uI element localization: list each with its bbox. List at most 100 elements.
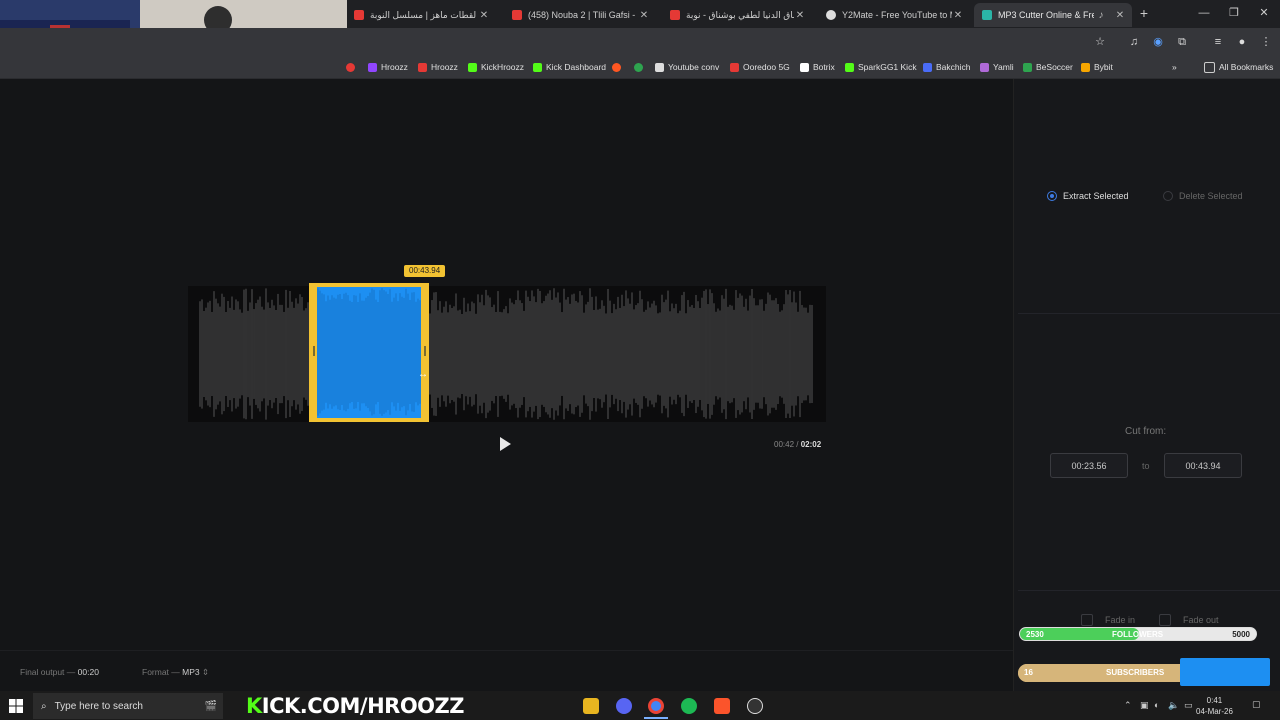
tab-3[interactable]: عشاق الدنيا لطفي بوشناق - نوبة ✕ <box>662 3 812 27</box>
pinterest-icon <box>346 62 355 72</box>
extension-music-icon[interactable]: ♫ <box>1126 34 1142 50</box>
delete-selected-option[interactable]: Delete Selected <box>1163 191 1243 201</box>
bookmark-item[interactable]: Bybit <box>1081 60 1113 74</box>
cut-from-label: Cut from: <box>1125 426 1167 437</box>
format-selector[interactable]: Format — MP3 ⇕ <box>142 667 209 678</box>
bookmark-label: Yamli <box>993 62 1014 72</box>
radio-unchecked-icon <box>1163 191 1173 201</box>
tray-app-icon[interactable]: ◐ <box>1154 700 1159 710</box>
menu-icon[interactable]: ⋮ <box>1258 34 1274 50</box>
waveform[interactable] <box>188 286 826 422</box>
bookmark-label: Kick Dashboard <box>546 62 607 72</box>
resize-cursor-icon: ↔ <box>418 369 428 380</box>
profile-icon[interactable]: ● <box>1234 34 1250 50</box>
restore-button[interactable]: ❐ <box>1219 4 1249 22</box>
cut-end-input[interactable]: 00:43.94 <box>1164 453 1242 478</box>
all-bookmarks-label: All Bookmarks <box>1219 62 1274 72</box>
star-icon[interactable]: ☆ <box>1092 34 1108 50</box>
windows-start-icon[interactable] <box>8 698 24 714</box>
tray-app-icon[interactable]: ▣ <box>1140 700 1149 711</box>
tab-5-label: MP3 Cutter Online & Free <box>998 10 1094 20</box>
checkbox-icon <box>1159 614 1171 626</box>
tab-4-label: Y2Mate - Free YouTube to MP3 <box>842 10 952 20</box>
play-button[interactable] <box>500 437 511 451</box>
bookmark-item[interactable]: SparkGG1 Kick <box>845 60 917 74</box>
close-icon[interactable]: ✕ <box>794 10 806 21</box>
bookmark-item[interactable]: Botrix <box>800 60 835 74</box>
close-icon[interactable]: ✕ <box>478 10 490 21</box>
subscribers-current: 16 <box>1024 668 1033 677</box>
extension-audio-icon[interactable]: ◉ <box>1150 34 1166 50</box>
bookmark-item[interactable]: KickHroozz <box>468 60 524 74</box>
fade-in-option[interactable]: Fade in <box>1081 614 1135 626</box>
bookmark-item[interactable]: Yamli <box>980 60 1014 74</box>
bookmark-item[interactable]: Hroozz <box>368 60 408 74</box>
minimize-button[interactable]: — <box>1189 4 1219 22</box>
bookmark-item[interactable]: Youtube conv <box>655 60 719 74</box>
close-icon[interactable]: ✕ <box>952 10 964 21</box>
tab-5-active[interactable]: MP3 Cutter Online & Free ♪ ✕ <box>974 3 1132 27</box>
speaker-icon[interactable]: ♪ <box>1094 10 1108 21</box>
cut-start-input[interactable]: 00:23.56 <box>1050 453 1128 478</box>
close-icon[interactable]: ✕ <box>638 10 650 21</box>
bybit-icon <box>1081 62 1090 72</box>
chrome-icon[interactable] <box>648 698 664 714</box>
bookmark-label: KickHroozz <box>481 62 524 72</box>
taskbar-clock[interactable]: 0:41 04-Mar-26 <box>1196 695 1233 717</box>
bookmark-label: Youtube conv <box>668 62 720 72</box>
extract-selected-option[interactable]: Extract Selected <box>1047 191 1129 201</box>
file-explorer-icon[interactable] <box>583 698 599 714</box>
kick-url-overlay: KICK.COM/HROOZZ <box>246 694 465 718</box>
tab-1-label: أجمل لقطات ماهز | مسلسل النوبة <box>370 9 478 20</box>
taskbar-search-input[interactable]: ⌕ Type here to search 🎬 <box>33 693 223 719</box>
final-output: Final output — 00:20 <box>20 667 99 677</box>
cut-to-label: to <box>1142 461 1150 471</box>
brave-icon[interactable] <box>714 698 730 714</box>
network-icon[interactable]: ▭ <box>1184 700 1193 711</box>
bookmark-item[interactable]: Ooredoo 5G <box>730 60 790 74</box>
search-highlight-icon: 🎬 <box>204 700 217 712</box>
bookmark-label: BeSoccer <box>1036 62 1073 72</box>
search-placeholder: Type here to search <box>54 700 143 712</box>
new-tab-button[interactable]: + <box>1136 5 1152 21</box>
volume-icon[interactable]: 🔈 <box>1168 700 1179 711</box>
bookmark-item[interactable]: Bakchich <box>923 60 971 74</box>
divider <box>1018 313 1280 314</box>
media-control-icon[interactable]: ≡ <box>1210 34 1226 50</box>
youtube-icon <box>670 10 680 20</box>
kick-icon <box>533 62 542 72</box>
all-bookmarks[interactable]: All Bookmarks <box>1204 60 1273 74</box>
tab-2[interactable]: (458) Nouba 2 | Tlili Gafsi - Bar ✕ <box>504 3 656 27</box>
right-trim-handle[interactable] <box>424 346 426 356</box>
left-trim-handle[interactable] <box>313 346 315 356</box>
active-app-indicator <box>644 717 668 719</box>
spotify-icon[interactable] <box>681 698 697 714</box>
selection-waveform <box>317 288 421 416</box>
close-icon[interactable]: ✕ <box>1114 10 1126 21</box>
tab-1[interactable]: أجمل لقطات ماهز | مسلسل النوبة ✕ <box>346 3 496 27</box>
selection-region[interactable] <box>309 283 429 422</box>
bookmark-item[interactable]: Hroozz <box>418 60 458 74</box>
notifications-icon[interactable]: ▢ <box>1252 699 1261 710</box>
bookmark-pinterest[interactable] <box>346 60 359 74</box>
bookmark-item[interactable]: BeSoccer <box>1023 60 1073 74</box>
bookmark-item[interactable]: Kick Dashboard <box>533 60 606 74</box>
extensions-icon[interactable]: ⧉ <box>1174 34 1190 50</box>
obs-icon[interactable] <box>747 698 763 714</box>
bookmark-label: Hroozz <box>381 62 408 72</box>
tray-chevron-icon[interactable]: ⌃ <box>1124 700 1132 711</box>
bookmark-label: Ooredoo 5G <box>743 62 790 72</box>
current-time: 00:42 <box>774 440 795 449</box>
fade-out-option[interactable]: Fade out <box>1159 614 1219 626</box>
final-output-label: Final output <box>20 667 65 677</box>
tab-4[interactable]: Y2Mate - Free YouTube to MP3 ✕ <box>818 3 970 27</box>
followers-current: 2530 <box>1026 630 1044 639</box>
kick-icon <box>468 62 477 72</box>
bookmark-green[interactable] <box>634 60 647 74</box>
close-window-button[interactable]: ✕ <box>1249 4 1279 22</box>
save-button-partial[interactable] <box>1180 658 1270 686</box>
kick-url-text: ICK.COM/HROOZZ <box>261 694 465 718</box>
discord-icon[interactable] <box>616 698 632 714</box>
more-bookmarks-chevron-icon[interactable]: » <box>1172 60 1177 74</box>
bookmark-reddit[interactable] <box>612 60 625 74</box>
